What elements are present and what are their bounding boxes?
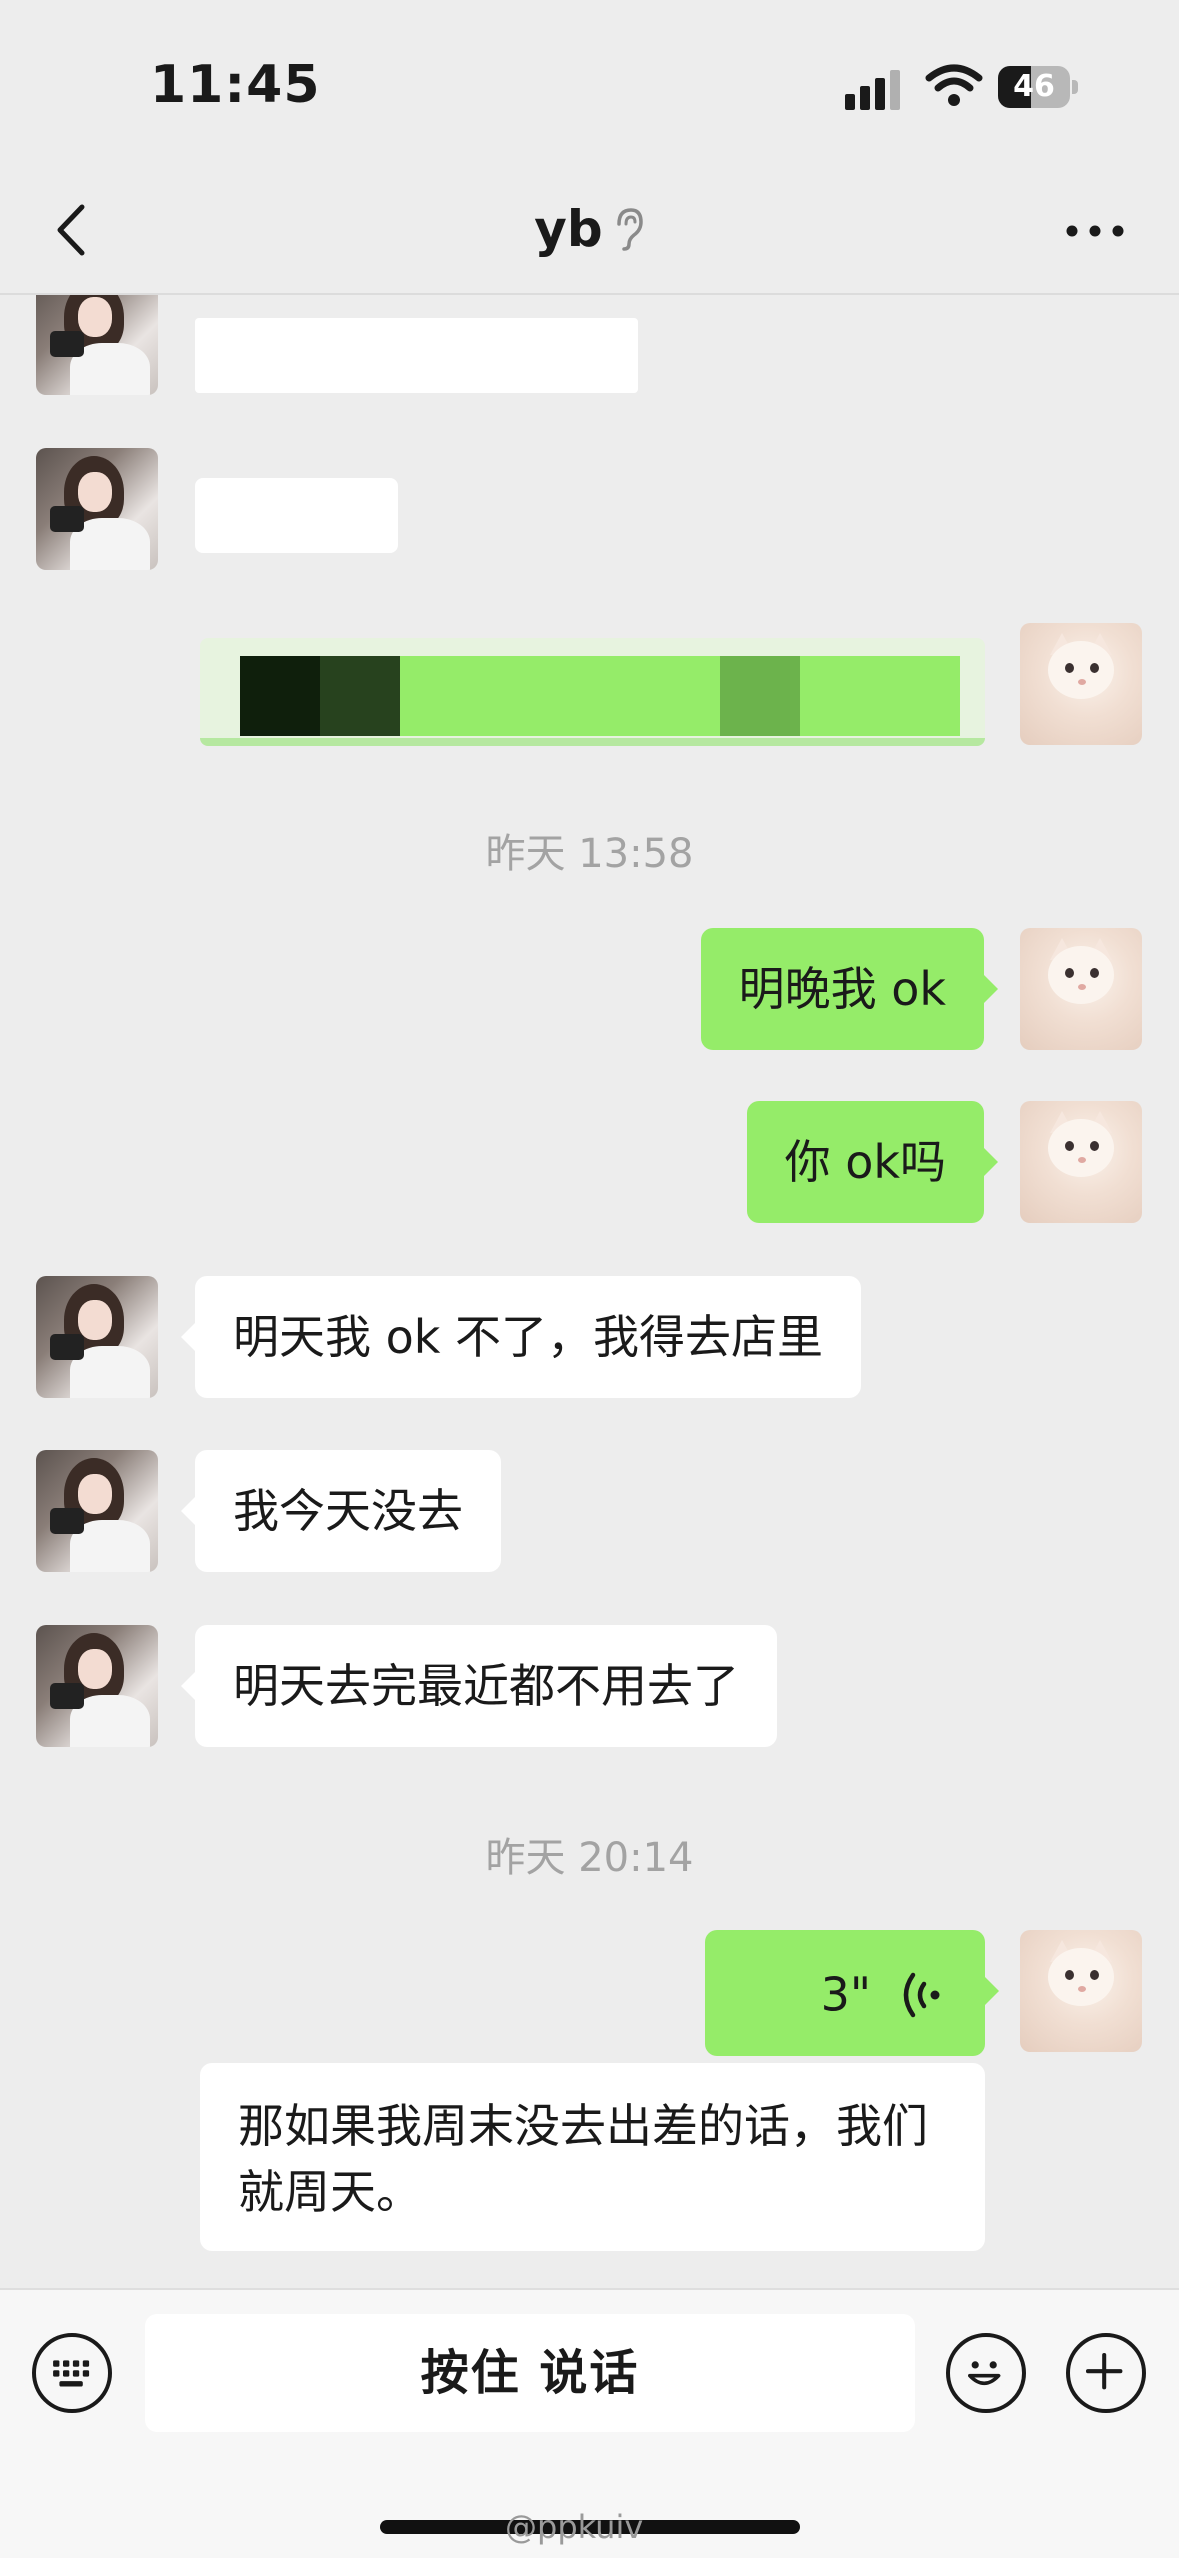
plus-icon[interactable]: [1066, 2333, 1146, 2413]
chat-header: yb: [0, 170, 1179, 295]
status-bar: 11:45 46: [0, 0, 1179, 170]
avatar-contact[interactable]: [36, 448, 158, 570]
avatar-self[interactable]: [1020, 1101, 1142, 1223]
message-text: 你 ok吗: [784, 1135, 946, 1189]
message-text: 明天去完最近都不用去了: [233, 1659, 739, 1713]
chat-title[interactable]: yb: [0, 200, 1179, 258]
message-bubble-outgoing[interactable]: 明晚我 ok: [700, 928, 998, 1050]
avatar-contact[interactable]: [36, 1625, 158, 1747]
cellular-signal-icon: [845, 70, 900, 110]
message-bubble-multiline[interactable]: 那如果我周末没去出差的话，我们就周天。: [200, 2063, 985, 2251]
redacted-outgoing-message[interactable]: [200, 638, 985, 746]
more-dots-icon[interactable]: [1060, 206, 1130, 256]
avatar-contact[interactable]: [36, 1276, 158, 1398]
status-time: 11:45: [150, 55, 321, 115]
message-text: 明天我 ok 不了，我得去店里: [233, 1310, 824, 1364]
hold-to-talk-button[interactable]: 按住 说话: [145, 2314, 915, 2432]
message-list[interactable]: 昨天 13:58 明晚我 ok 你 ok吗 明天我 ok 不了，我得去店里 我今…: [0, 293, 1179, 2288]
message-text: 明晚我 ok: [738, 962, 946, 1016]
redacted-message: [195, 478, 398, 553]
battery-body: 46: [998, 66, 1070, 108]
voice-wave-icon: [903, 1972, 940, 2017]
watermark: @ppkuiv: [505, 2508, 644, 2546]
timestamp: 昨天 13:58: [485, 831, 694, 877]
avatar-contact[interactable]: [36, 293, 158, 395]
keyboard-icon[interactable]: [32, 2333, 112, 2413]
voice-duration: 3": [820, 1967, 871, 2022]
message-bubble-outgoing[interactable]: 你 ok吗: [746, 1101, 998, 1223]
timestamp: 昨天 20:14: [485, 1835, 694, 1881]
ear-icon: [616, 208, 643, 251]
battery-tip: [1072, 80, 1078, 94]
wifi-icon: [925, 64, 983, 106]
message-text: 我今天没去: [233, 1484, 463, 1538]
message-text: 那如果我周末没去出差的话，我们就周天。: [238, 2099, 928, 2219]
message-bubble-incoming[interactable]: 明天我 ok 不了，我得去店里: [181, 1276, 862, 1398]
avatar-self[interactable]: [1020, 623, 1142, 745]
avatar-contact[interactable]: [36, 1450, 158, 1572]
redacted-message: [195, 318, 638, 393]
avatar-self[interactable]: [1020, 1930, 1142, 2052]
battery-level: 46: [1013, 69, 1055, 104]
emoji-icon[interactable]: [946, 2333, 1026, 2413]
avatar-self[interactable]: [1020, 928, 1142, 1050]
message-bubble-incoming[interactable]: 我今天没去: [181, 1450, 501, 1572]
contact-name: yb: [534, 200, 603, 258]
battery-icon: 46: [998, 66, 1078, 108]
voice-message-bubble[interactable]: 3": [705, 1930, 999, 2056]
message-bubble-incoming[interactable]: 明天去完最近都不用去了: [181, 1625, 777, 1747]
